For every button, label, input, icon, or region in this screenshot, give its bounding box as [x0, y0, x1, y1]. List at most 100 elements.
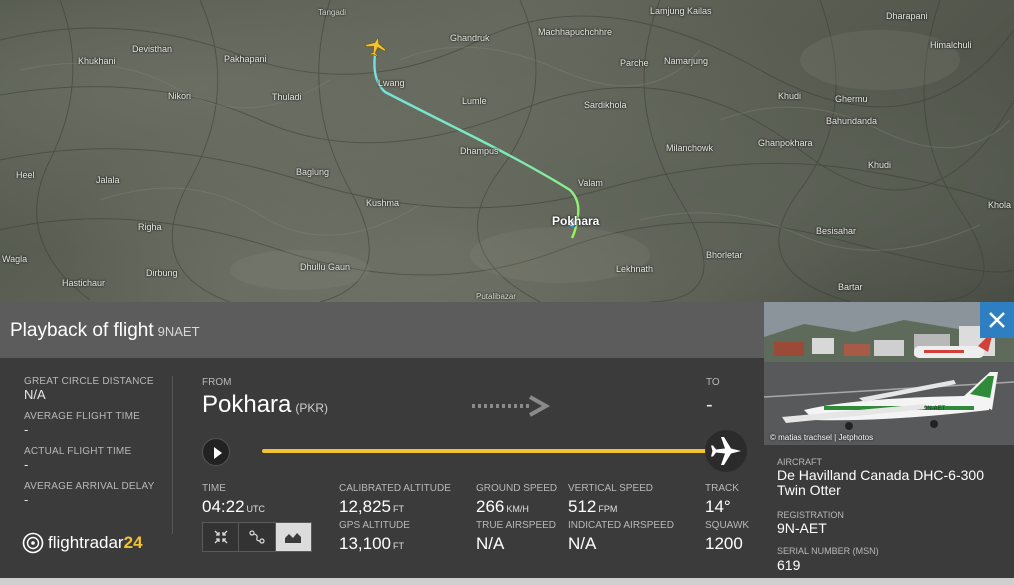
playback-timeline[interactable] [262, 449, 722, 453]
origin-code: (PKR) [295, 401, 329, 415]
true-airspeed-value: N/A [476, 534, 505, 553]
map-label: Machhapuchchhre [538, 27, 613, 37]
map-label: Kushma [366, 198, 400, 208]
stat-value: - [24, 492, 29, 507]
fr24-wordmark: flightradar24 [48, 533, 143, 553]
vertical-speed-value: 512 FPM [568, 497, 617, 517]
fr24-name: flightradar [48, 533, 124, 552]
map-label: Ghermu [835, 94, 868, 104]
stat-value: - [24, 422, 29, 437]
playback-title-text: Playback of flight [10, 320, 154, 341]
aircraft-marker-icon[interactable] [364, 35, 388, 58]
origin-city: Pokhara [202, 391, 292, 418]
indicated-airspeed-label: INDICATED AIRSPEED [568, 520, 674, 531]
registration-label: REGISTRATION [777, 510, 844, 520]
flight-playback-screen: Tangadi Ghandruk Machhapuchchhre Lamjung… [0, 0, 1014, 585]
map-label: Thuladi [272, 92, 302, 102]
stat-label: GREAT CIRCLE DISTANCE [24, 376, 154, 387]
vertical-speed-number: 512 [568, 497, 597, 516]
terrain-map[interactable]: Tangadi Ghandruk Machhapuchchhre Lamjung… [0, 0, 1014, 302]
from-label: FROM [202, 377, 232, 388]
map-label: Hastichaur [62, 278, 106, 288]
flight-stats: GREAT CIRCLE DISTANCE N/A AVERAGE FLIGHT… [24, 376, 174, 516]
timeline-handle[interactable] [705, 430, 747, 472]
altitude-chart-icon [285, 533, 302, 543]
ground-speed-value: 266 KM/H [476, 497, 529, 517]
aircraft-panel: 9N-AET © matias trachsel | Jetphotos AIR… [764, 302, 1014, 578]
stat-value: - [24, 457, 29, 472]
aircraft-label: AIRCRAFT [777, 457, 822, 467]
gps-altitude-label: GPS ALTITUDE [339, 520, 410, 531]
serial-number-value: 619 [777, 557, 801, 573]
track-value: 14° [705, 497, 731, 516]
map-label: Heel [16, 170, 35, 180]
map-label: Dhullu Gaun [300, 262, 351, 272]
map-label: Milanchowk [666, 143, 714, 153]
map-label: Bahundanda [826, 116, 878, 126]
squawk-label: SQUAWK [705, 520, 750, 531]
track-label: TRACK [705, 483, 739, 494]
indicated-airspeed-value: N/A [568, 534, 597, 553]
time-value: 04:22 UTC [202, 497, 265, 517]
divider [172, 376, 173, 534]
bottom-edge [0, 578, 1014, 585]
ground-speed-label: GROUND SPEED [476, 483, 558, 494]
aircraft-photo-image: 9N-AET [764, 302, 1014, 445]
close-icon [989, 312, 1005, 328]
map-label: Namarjung [664, 56, 709, 66]
map-label: Pakhapani [224, 54, 267, 64]
gps-alt-unit: FT [393, 541, 404, 551]
time-number: 04:22 [202, 497, 245, 516]
map-label: Lumle [462, 96, 487, 106]
route-button[interactable] [239, 523, 276, 551]
true-airspeed-label: TRUE AIRSPEED [476, 520, 557, 531]
ground-speed-unit: KM/H [506, 504, 529, 514]
time-label: TIME [202, 483, 226, 494]
map-label: Dharapani [886, 11, 928, 21]
cal-alt-unit: FT [393, 504, 404, 514]
map-label: Khola [988, 200, 1012, 210]
ground-speed-number: 266 [476, 497, 505, 516]
photo-credit[interactable]: © matias trachsel | Jetphotos [770, 433, 873, 442]
altitude-chart-button[interactable] [275, 523, 311, 551]
map-label: Devisthan [132, 44, 173, 54]
stat-value: N/A [24, 387, 46, 402]
play-button[interactable] [202, 438, 230, 466]
flight-details-panel: GREAT CIRCLE DISTANCE N/A AVERAGE FLIGHT… [0, 358, 764, 578]
stat-label: AVERAGE ARRIVAL DELAY [24, 481, 155, 492]
map-label: Bhorletar [706, 250, 743, 260]
playback-title: Playback of flight 9NAET [10, 320, 200, 342]
map-label: Putalibazar [476, 292, 517, 301]
map-label: Sardikhola [584, 100, 627, 110]
route-icon [249, 530, 265, 544]
map-label: Ghanpokhara [758, 138, 813, 148]
airplane-icon [711, 437, 741, 465]
map-label-city: Pokhara [552, 214, 600, 228]
fr24-radar-icon [22, 532, 44, 554]
map-label: Dirbung [146, 268, 178, 278]
playback-header: Playback of flight 9NAET [0, 302, 764, 358]
map-label: Ghandruk [450, 33, 490, 43]
aircraft-photo[interactable]: 9N-AET © matias trachsel | Jetphotos [764, 302, 1014, 445]
collapse-button[interactable] [203, 523, 240, 551]
origin-airport[interactable]: Pokhara (PKR) [202, 391, 328, 419]
map-label: Khudi [868, 160, 892, 170]
serial-number-label: SERIAL NUMBER (MSN) [777, 546, 879, 556]
map-label: Valam [578, 178, 603, 188]
gps-altitude-value: 13,100 FT [339, 534, 404, 554]
close-button[interactable] [980, 302, 1014, 338]
view-mode-toggle [202, 522, 312, 552]
stat-label: ACTUAL FLIGHT TIME [24, 446, 132, 457]
map-label: Baglung [296, 167, 330, 177]
map-label: Jalala [96, 175, 120, 185]
map-label: Lamjung Kailas [650, 6, 712, 16]
to-label: TO [706, 377, 720, 388]
registration-value: 9N-AET [777, 520, 827, 536]
vertical-speed-label: VERTICAL SPEED [568, 483, 654, 494]
flightradar24-logo[interactable]: flightradar24 [22, 532, 143, 554]
calibrated-altitude-label: CALIBRATED ALTITUDE [339, 483, 451, 494]
cal-alt-number: 12,825 [339, 497, 391, 516]
flight-registration: 9NAET [157, 324, 200, 339]
gps-alt-number: 13,100 [339, 534, 391, 553]
map-label: Tangadi [318, 8, 347, 17]
